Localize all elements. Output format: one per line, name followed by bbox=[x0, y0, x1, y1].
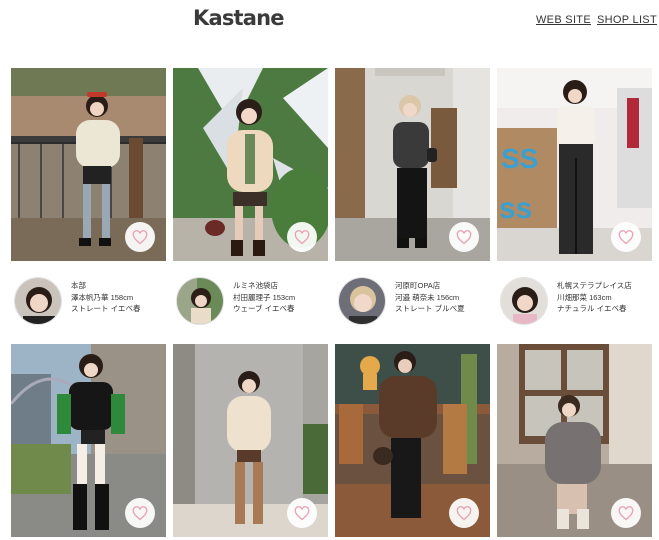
web-site-link[interactable]: WEB SITE bbox=[536, 14, 591, 26]
shop-list-link[interactable]: SHOP LIST bbox=[597, 14, 657, 26]
svg-text:ss: ss bbox=[499, 192, 532, 225]
store-name: ルミネ池袋店 bbox=[233, 281, 278, 290]
staff-name: 村田麗理子 153cm bbox=[233, 292, 296, 302]
staff-tags: ストレート イエベ春 bbox=[71, 304, 141, 313]
heart-outline-icon bbox=[456, 505, 472, 520]
staff-tags: ナチュラル イエベ春 bbox=[557, 304, 627, 313]
avatar[interactable] bbox=[500, 277, 548, 325]
avatar[interactable] bbox=[338, 277, 386, 325]
post-card-8[interactable] bbox=[497, 344, 652, 537]
heart-outline-icon bbox=[132, 505, 148, 520]
like-button[interactable] bbox=[287, 222, 317, 252]
like-button[interactable] bbox=[449, 222, 479, 252]
like-button[interactable] bbox=[611, 498, 641, 528]
staff-name: 澤本帆乃華 158cm bbox=[71, 292, 134, 302]
staff-tags: ストレート ブルベ夏 bbox=[395, 304, 465, 313]
staff-tags: ウェーブ イエベ春 bbox=[233, 304, 295, 313]
post-card-1[interactable] bbox=[11, 68, 166, 261]
like-button[interactable] bbox=[611, 222, 641, 252]
heart-outline-icon bbox=[132, 229, 148, 244]
heart-outline-icon bbox=[294, 229, 310, 244]
post-card-2[interactable] bbox=[173, 68, 328, 261]
post-card-4[interactable]: SS ss bbox=[497, 68, 652, 261]
store-name: 本部 bbox=[71, 281, 86, 290]
avatar[interactable] bbox=[176, 277, 224, 325]
avatar[interactable] bbox=[14, 277, 62, 325]
store-name: 河原町OPA店 bbox=[395, 281, 441, 290]
svg-text:SS: SS bbox=[501, 143, 538, 174]
heart-outline-icon bbox=[294, 505, 310, 520]
post-card-5[interactable] bbox=[11, 344, 166, 537]
staff-name: 河邉 萌奈未 156cm bbox=[395, 292, 460, 302]
heart-outline-icon bbox=[456, 229, 472, 244]
heart-outline-icon bbox=[618, 229, 634, 244]
brand-logo[interactable]: Kastane bbox=[193, 6, 285, 30]
post-card-6[interactable] bbox=[173, 344, 328, 537]
like-button[interactable] bbox=[449, 498, 479, 528]
post-card-3[interactable] bbox=[335, 68, 490, 261]
heart-outline-icon bbox=[618, 505, 634, 520]
staff-info-2[interactable]: ルミネ池袋店 村田麗理子 153cm ウェーブ イエベ春 bbox=[176, 277, 334, 327]
store-name: 札幌ステラプレイス店 bbox=[557, 281, 632, 290]
staff-info-3[interactable]: 河原町OPA店 河邉 萌奈未 156cm ストレート ブルベ夏 bbox=[338, 277, 496, 327]
like-button[interactable] bbox=[287, 498, 317, 528]
staff-info-4[interactable]: 札幌ステラプレイス店 川畑那菜 163cm ナチュラル イエベ春 bbox=[500, 277, 658, 327]
staff-info-1[interactable]: 本部 澤本帆乃華 158cm ストレート イエベ春 bbox=[14, 277, 172, 327]
like-button[interactable] bbox=[125, 222, 155, 252]
staff-name: 川畑那菜 163cm bbox=[557, 292, 612, 302]
post-card-7[interactable] bbox=[335, 344, 490, 537]
like-button[interactable] bbox=[125, 498, 155, 528]
